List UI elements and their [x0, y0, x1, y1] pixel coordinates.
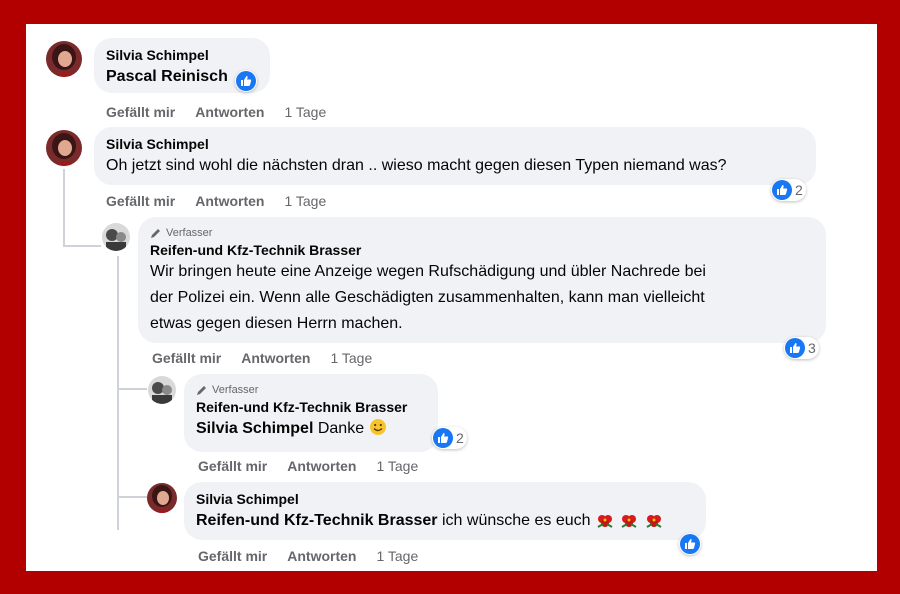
comment-text: Oh jetzt sind wohl die nächsten dran .. … — [106, 157, 727, 174]
comment-time[interactable]: 1 Tage — [284, 193, 326, 209]
reaction-badge[interactable]: 2 — [432, 427, 467, 449]
reply-button[interactable]: Antworten — [241, 350, 310, 366]
like-button[interactable]: Gefällt mir — [106, 193, 175, 209]
reply-button[interactable]: Antworten — [195, 193, 264, 209]
thread-line — [117, 496, 147, 498]
badge-label: Verfasser — [212, 384, 259, 396]
comment-text-line: Wir bringen heute eine Anzeige wegen Ruf… — [150, 263, 706, 280]
reaction-count: 2 — [456, 430, 464, 446]
comment-actions: Gefällt mir Antworten 1 Tage — [198, 458, 418, 474]
reaction-badge[interactable] — [235, 70, 257, 92]
comment-text-line: der Polizei ein. Wenn alle Geschädigten … — [150, 289, 705, 306]
comment-bubble: Verfasser Reifen-und Kfz-Technik Brasser… — [138, 217, 826, 343]
mention-tag[interactable]: Silvia Schimpel — [196, 420, 313, 437]
comment-time[interactable]: 1 Tage — [284, 104, 326, 120]
comment-actions: Gefällt mir Antworten 1 Tage — [106, 193, 326, 209]
like-button[interactable]: Gefällt mir — [106, 104, 175, 120]
avatar[interactable] — [148, 376, 176, 404]
mention-tag[interactable]: Pascal Reinisch — [106, 68, 228, 85]
mention-tag[interactable]: Reifen-und Kfz-Technik Brasser — [196, 512, 438, 529]
reply-button[interactable]: Antworten — [287, 458, 356, 474]
like-button[interactable]: Gefällt mir — [198, 458, 267, 474]
like-button[interactable]: Gefällt mir — [152, 350, 221, 366]
comment-text: Silvia Schimpel Danke — [196, 416, 426, 442]
comment-bubble: Silvia Schimpel Reifen-und Kfz-Technik B… — [184, 482, 706, 540]
comment-actions: Gefällt mir Antworten 1 Tage — [152, 350, 372, 366]
comment-author[interactable]: Silvia Schimpel — [196, 490, 694, 508]
reaction-badge[interactable]: 3 — [784, 337, 819, 359]
comments-panel: Silvia Schimpel Pascal Reinisch Gefällt … — [26, 24, 877, 571]
like-icon — [433, 428, 453, 448]
comment-text-line: etwas gegen diesen Herrn machen. — [150, 315, 403, 332]
thread-line — [117, 388, 147, 390]
comment-text: Reifen-und Kfz-Technik Brasser ich wünsc… — [196, 508, 694, 534]
comment-time[interactable]: 1 Tage — [376, 458, 418, 474]
reaction-count: 3 — [808, 340, 816, 356]
thread-line — [63, 245, 101, 247]
author-badge: Verfasser — [150, 225, 814, 241]
avatar[interactable] — [102, 223, 130, 251]
comment-text: Wir bringen heute eine Anzeige wegen Ruf… — [150, 259, 814, 337]
reaction-badge[interactable] — [679, 533, 701, 555]
thread-line — [63, 169, 65, 247]
like-icon — [785, 338, 805, 358]
smiley-icon — [369, 419, 386, 435]
avatar[interactable] — [147, 483, 177, 513]
reaction-badge[interactable]: 2 — [771, 179, 806, 201]
like-icon — [772, 180, 792, 200]
comment-actions: Gefällt mir Antworten 1 Tage — [198, 548, 418, 564]
comment-bubble: Silvia Schimpel Oh jetzt sind wohl die n… — [94, 127, 816, 185]
comment-time[interactable]: 1 Tage — [376, 548, 418, 564]
comment-body: Danke — [317, 420, 365, 437]
avatar[interactable] — [46, 130, 82, 166]
comment-author[interactable]: Silvia Schimpel — [106, 46, 258, 64]
like-icon — [680, 534, 700, 554]
flower-icon — [597, 514, 613, 528]
thread-line — [117, 256, 119, 530]
pencil-icon — [151, 229, 160, 238]
flower-icon — [621, 514, 637, 528]
comment-time[interactable]: 1 Tage — [330, 350, 372, 366]
reply-button[interactable]: Antworten — [287, 548, 356, 564]
comment-body: ich wünsche es euch — [441, 512, 591, 529]
flower-icon — [646, 514, 662, 528]
like-button[interactable]: Gefällt mir — [198, 548, 267, 564]
like-icon — [236, 71, 256, 91]
reaction-count: 2 — [795, 182, 803, 198]
reply-button[interactable]: Antworten — [195, 104, 264, 120]
comment-author[interactable]: Reifen-und Kfz-Technik Brasser — [150, 241, 814, 259]
comment-actions: Gefällt mir Antworten 1 Tage — [106, 104, 326, 120]
comment-author[interactable]: Silvia Schimpel — [106, 135, 804, 153]
avatar[interactable] — [46, 41, 82, 77]
badge-label: Verfasser — [166, 227, 213, 239]
author-badge: Verfasser — [196, 382, 426, 398]
comment-bubble: Verfasser Reifen-und Kfz-Technik Brasser… — [184, 374, 438, 452]
comment-author[interactable]: Reifen-und Kfz-Technik Brasser — [196, 398, 426, 416]
pencil-icon — [197, 386, 206, 395]
